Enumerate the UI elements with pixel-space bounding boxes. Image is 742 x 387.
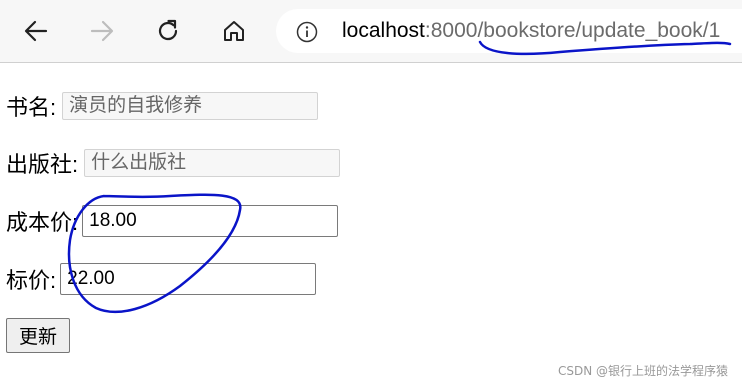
forward-button[interactable] — [86, 15, 118, 47]
price-field[interactable]: 22.00 — [60, 263, 317, 295]
address-bar[interactable]: localhost:8000/bookstore/update_book/1 — [276, 9, 742, 53]
cost-label: 成本价: — [6, 210, 79, 235]
update-button[interactable]: 更新 — [6, 318, 70, 353]
forward-icon — [90, 20, 114, 42]
name-row: 书名: 演员的自我修养 — [6, 90, 319, 122]
name-field[interactable]: 演员的自我修养 — [62, 92, 319, 120]
browser-toolbar: localhost:8000/bookstore/update_book/1 — [0, 0, 742, 63]
name-label: 书名: — [6, 95, 57, 120]
url-host: localhost — [342, 19, 425, 42]
home-icon — [224, 21, 244, 41]
cost-row: 成本价: 18.00 — [6, 205, 339, 237]
url-path: :8000/bookstore/update_book/1 — [424, 19, 721, 42]
reload-icon — [158, 19, 178, 41]
back-icon — [24, 20, 48, 42]
reload-button[interactable] — [152, 15, 184, 47]
home-button[interactable] — [218, 15, 250, 47]
update-book-form: 书名: 演员的自我修养 出版社: 什么出版社 成本价: 18.00 标价: 22… — [0, 63, 742, 387]
cost-field[interactable]: 18.00 — [82, 205, 339, 237]
watermark: CSDN @银行上班的法学程序猿 — [557, 364, 728, 378]
price-label: 标价: — [6, 268, 57, 293]
back-button[interactable] — [20, 15, 52, 47]
url-text[interactable]: localhost:8000/bookstore/update_book/1 — [342, 19, 720, 43]
press-row: 出版社: 什么出版社 — [6, 147, 341, 179]
press-field[interactable]: 什么出版社 — [84, 149, 341, 177]
press-label: 出版社: — [6, 152, 79, 177]
price-row: 标价: 22.00 — [6, 263, 317, 295]
info-icon[interactable] — [296, 21, 318, 43]
